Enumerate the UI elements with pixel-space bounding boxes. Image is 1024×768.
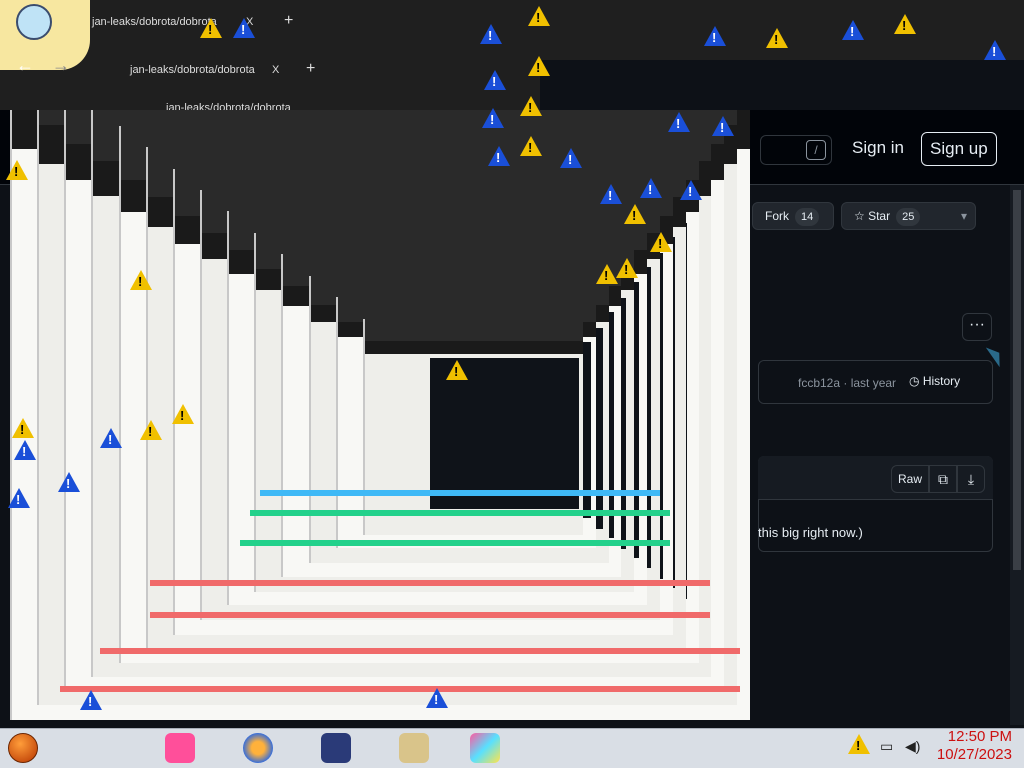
warning-icon — [650, 232, 672, 252]
warning-icon — [446, 360, 468, 380]
avatar-eye — [16, 4, 52, 40]
warning-icon — [484, 70, 506, 90]
sign-up-button[interactable]: Sign up — [921, 132, 997, 166]
fork-button[interactable]: Fork 14 — [752, 202, 834, 230]
history-icon: ◷ — [909, 374, 923, 388]
warning-icon[interactable] — [848, 734, 870, 754]
file-content-text: this big right now.) — [758, 525, 863, 540]
warning-icon — [680, 180, 702, 200]
warning-icon — [12, 418, 34, 438]
glitch-stripe — [100, 648, 740, 654]
history-label: History — [922, 374, 961, 388]
commit-info[interactable]: fccb12a · last year — [798, 376, 896, 390]
warning-icon — [528, 6, 550, 26]
warning-icon — [520, 136, 542, 156]
browser-top-chrome: ← → jan-leaks/dobrota/dobrota X + jan-le… — [0, 0, 1024, 110]
chevron-down-icon[interactable]: ▾ — [961, 203, 967, 229]
clock-date: 10/27/2023 — [936, 746, 1012, 763]
warning-icon — [520, 96, 542, 116]
clock-time: 12:50 PM — [947, 728, 1012, 745]
warning-icon — [704, 26, 726, 46]
warning-icon — [8, 488, 30, 508]
warning-icon — [668, 112, 690, 132]
start-orb-icon[interactable] — [8, 733, 38, 763]
star-icon: ☆ — [854, 209, 869, 223]
warning-icon — [100, 428, 122, 448]
warning-icon — [560, 148, 582, 168]
warning-icon — [14, 440, 36, 460]
glitch-stripe — [60, 686, 740, 692]
network-icon[interactable]: ▭ — [880, 738, 893, 755]
glitch-stripe — [250, 510, 670, 516]
warning-icon — [894, 14, 916, 34]
history-button[interactable]: ◷ History — [909, 374, 960, 388]
glitch-stripe — [240, 540, 670, 546]
raw-button[interactable]: Raw — [891, 465, 929, 493]
taskbar — [0, 728, 1024, 768]
warning-icon — [80, 690, 102, 710]
warning-icon — [842, 20, 864, 40]
warning-icon — [172, 404, 194, 424]
scrollbar-thumb[interactable] — [1013, 190, 1021, 570]
desktop: / Sign in Sign up Fork 14 ☆ Star 25 ▾ ··· f… — [0, 0, 1024, 768]
download-icon[interactable]: ⤓ — [957, 465, 985, 493]
camera-icon[interactable] — [399, 733, 429, 763]
warning-icon — [488, 146, 510, 166]
warning-icon — [426, 688, 448, 708]
color-picker-icon[interactable] — [470, 733, 500, 763]
sign-in-link[interactable]: Sign in — [852, 138, 904, 158]
warning-icon — [58, 472, 80, 492]
star-count: 25 — [896, 208, 921, 226]
fork-label: Fork — [765, 209, 789, 223]
warning-icon — [984, 40, 1006, 60]
glitch-stripe — [150, 580, 710, 586]
warning-icon — [640, 178, 662, 198]
warning-icon — [200, 18, 222, 38]
tab-title[interactable]: jan-leaks/dobrota/dobrota — [166, 102, 291, 110]
file-explorer-icon[interactable] — [321, 733, 351, 763]
warning-icon — [600, 184, 622, 204]
warning-icon — [712, 116, 734, 136]
warning-icon — [233, 18, 255, 38]
warning-icon — [766, 28, 788, 48]
fork-count: 14 — [795, 208, 820, 226]
warning-icon — [596, 264, 618, 284]
tab-close-icon[interactable]: X — [272, 64, 279, 76]
warning-icon — [616, 258, 638, 278]
volume-icon[interactable]: ◀) — [905, 738, 920, 755]
warning-icon — [480, 24, 502, 44]
warning-icon — [482, 108, 504, 128]
glitch-stripe — [260, 490, 660, 496]
new-tab-button[interactable]: + — [284, 12, 293, 30]
warning-icon — [528, 56, 550, 76]
back-arrow-icon[interactable]: ← — [16, 55, 34, 76]
tab-title[interactable]: jan-leaks/dobrota/dobrota — [92, 16, 217, 28]
glitch-stripe — [150, 612, 710, 618]
firefox-icon[interactable] — [243, 733, 273, 763]
more-options-button[interactable]: ··· — [962, 313, 992, 341]
tab-title[interactable]: jan-leaks/dobrota/dobrota — [130, 64, 255, 76]
warning-icon — [624, 204, 646, 224]
star-label: Star — [868, 209, 891, 223]
chat-icon[interactable] — [165, 733, 195, 763]
forward-arrow-icon[interactable]: → — [52, 55, 70, 76]
warning-icon — [6, 160, 28, 180]
taskbar-clock[interactable]: 12:50 PM 10/27/2023 — [936, 728, 1012, 764]
warning-icon — [140, 420, 162, 440]
search-shortcut-key: / — [806, 140, 826, 160]
warning-icon — [130, 270, 152, 290]
nested-window-layer — [363, 319, 583, 535]
star-button[interactable]: ☆ Star 25 ▾ — [841, 202, 976, 230]
new-tab-button[interactable]: + — [306, 60, 315, 78]
copy-icon[interactable]: ⧉ — [929, 465, 957, 493]
